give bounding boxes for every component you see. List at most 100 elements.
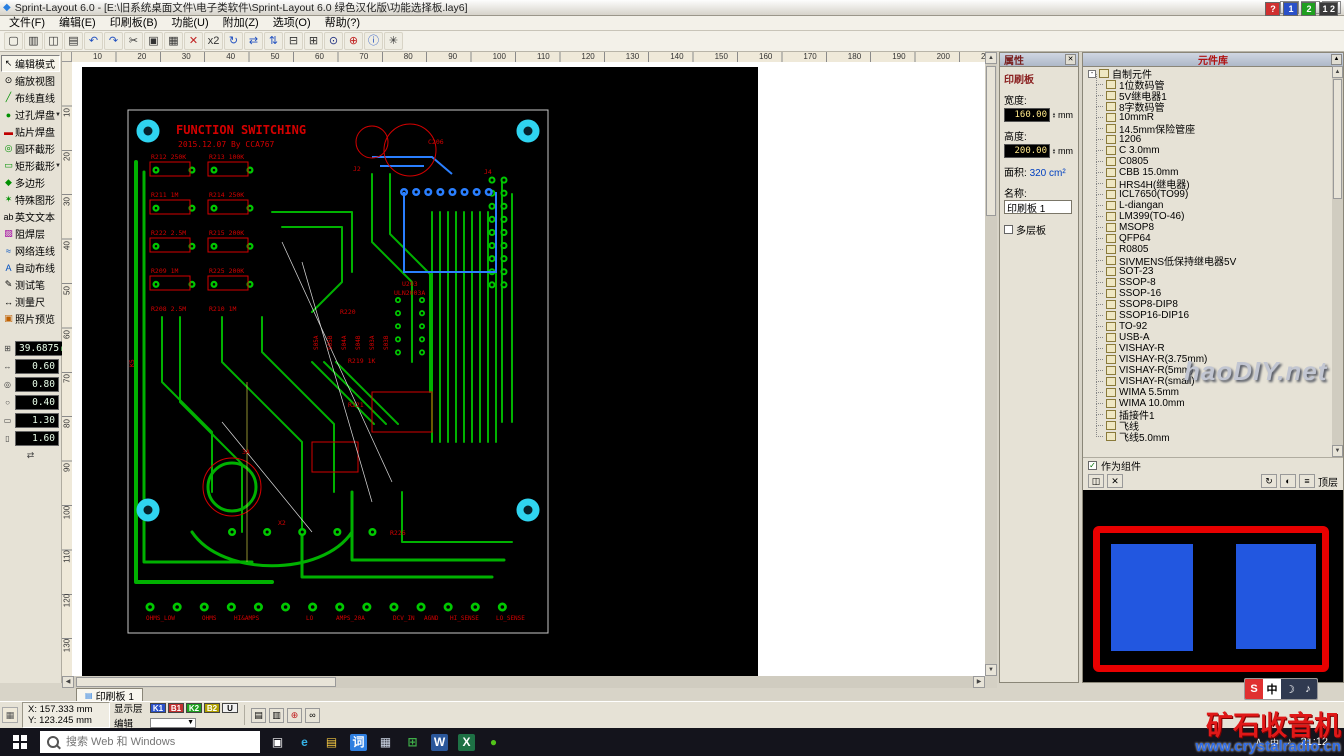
pad-outer-value[interactable]: ◎ 0.80 (2, 377, 59, 392)
tool-zoom-view[interactable]: ⊙ 缩放视图 (1, 72, 60, 89)
link-icon[interactable]: ∞ (305, 708, 320, 723)
edit-layer-select[interactable]: ▼ (150, 718, 196, 728)
board-flip-icon[interactable]: ▥ (269, 708, 284, 723)
tool-connections[interactable]: ≈ 网络连线 (1, 242, 60, 259)
delete-button[interactable]: ✕ (184, 32, 203, 50)
menu-item[interactable]: 功能(U) (164, 16, 215, 31)
tray-volume-icon[interactable]: ♪ (1287, 736, 1292, 749)
open-button[interactable]: ▥ (24, 32, 43, 50)
menu-item[interactable]: 文件(F) (2, 16, 52, 31)
menu-item[interactable]: 选项(O) (266, 16, 318, 31)
settings-button[interactable]: ✳ (384, 32, 403, 50)
scroll-right-icon[interactable]: ▶ (973, 676, 985, 688)
layer-both-button[interactable]: 1 2 (1319, 2, 1338, 16)
info-button[interactable]: ⓘ (364, 32, 383, 50)
mirror-icon[interactable]: ◐ (1280, 474, 1296, 488)
horizontal-scrollbar[interactable]: ◀ ▶ (62, 676, 985, 688)
scroll-down-icon[interactable]: ▼ (985, 664, 997, 676)
edge-icon[interactable]: e (291, 728, 318, 756)
library-scrollbar[interactable]: ▲ ▼ (1332, 66, 1343, 457)
layer-toggle[interactable]: B1 (168, 703, 184, 713)
paste-button[interactable]: ▦ (164, 32, 183, 50)
tool-edit-mode[interactable]: ↖ 编辑模式 (1, 55, 60, 72)
rotate-icon[interactable]: ↻ (1261, 474, 1277, 488)
pad-drill-value[interactable]: ○ 0.40 (2, 395, 59, 410)
library-item[interactable]: WIMA 5.5mm (1088, 387, 1332, 398)
redo-button[interactable]: ↷ (104, 32, 123, 50)
scroll-left-icon[interactable]: ◀ (62, 676, 74, 688)
tool-autoroute[interactable]: A 自动布线 (1, 259, 60, 276)
duplicate-x2-button[interactable]: x2 (204, 32, 223, 50)
search-input[interactable] (64, 735, 253, 749)
library-item[interactable]: 飞线5.0mm (1088, 431, 1332, 442)
library-item[interactable]: VISHAY-R(small) (1088, 376, 1332, 387)
library-item[interactable]: MSOP8 (1088, 222, 1332, 233)
scroll-up-icon[interactable]: ▲ (1332, 66, 1343, 78)
calculator-icon[interactable]: ▦ (372, 728, 399, 756)
smd-width-value[interactable]: ▭ 1.30 (2, 413, 59, 428)
tool-via-pad[interactable]: ● 过孔焊盘 ▼ (1, 106, 60, 123)
library-item[interactable]: C0805 (1088, 156, 1332, 167)
ime-sound-icon[interactable]: ♪ (1299, 679, 1317, 699)
word-icon[interactable]: W (426, 728, 453, 756)
library-item[interactable]: SIVMENS低保持继电器5V (1088, 255, 1332, 266)
copy-button[interactable]: ▣ (144, 32, 163, 50)
snap-button[interactable]: ⊕ (344, 32, 363, 50)
layer-2-button[interactable]: 2 (1301, 2, 1316, 16)
tool-rect[interactable]: ▭ 矩形截形 ▼ (1, 157, 60, 174)
library-item[interactable]: SSOP8-DIP8 (1088, 299, 1332, 310)
library-item[interactable]: 8字数码管 (1088, 101, 1332, 112)
menu-item[interactable]: 帮助(?) (318, 16, 367, 31)
sogou-icon[interactable]: S (1245, 679, 1263, 699)
grid-toggle-icon[interactable]: ▦ (2, 707, 18, 723)
grid-value[interactable]: ⊞ 39.6875mil (2, 341, 59, 356)
tool-special-shape[interactable]: ✶ 特殊图形 (1, 191, 60, 208)
layer-stack-icon[interactable]: ≡ (1299, 474, 1315, 488)
multilayer-checkbox[interactable] (1004, 225, 1013, 234)
menu-item[interactable]: 编辑(E) (52, 16, 103, 31)
dictionary-icon[interactable]: 词 (345, 728, 372, 756)
new-button[interactable]: ▢ (4, 32, 23, 50)
scroll-up-icon[interactable]: ▲ (985, 52, 997, 64)
cut-button[interactable]: ✂ (124, 32, 143, 50)
smd-height-value[interactable]: ▯ 1.60 (2, 431, 59, 446)
tool-measure[interactable]: ↔ 测量尺 (1, 293, 60, 310)
collapse-minus-icon[interactable]: - (1088, 70, 1096, 78)
library-item[interactable]: VISHAY-R (1088, 343, 1332, 354)
tool-smd-pad[interactable]: ▬ 贴片焊盘 (1, 123, 60, 140)
tool-polygon[interactable]: ◆ 多边形 (1, 174, 60, 191)
close-icon[interactable]: ✕ (1065, 54, 1076, 65)
library-item[interactable]: L-diangan (1088, 200, 1332, 211)
track-width-value[interactable]: ↔ 0.60 (2, 359, 59, 374)
save-button[interactable]: ◫ (44, 32, 63, 50)
tool-test-pen[interactable]: ✎ 测试笔 (1, 276, 60, 293)
height-value[interactable]: 200.00 (1004, 144, 1050, 158)
library-item[interactable]: VISHAY-R(3.75mm) (1088, 354, 1332, 365)
origin-icon[interactable]: ⊕ (287, 708, 302, 723)
spreadsheet-icon[interactable]: ⊞ (399, 728, 426, 756)
library-item[interactable]: SSOP-8 (1088, 277, 1332, 288)
help-button[interactable]: ? (1265, 2, 1280, 16)
library-item[interactable]: 14.5mm保险管座 (1088, 123, 1332, 134)
library-item[interactable]: HRS4H(继电器) (1088, 178, 1332, 189)
vertical-scrollbar[interactable]: ▲ ▼ (985, 52, 997, 676)
task-view-button[interactable]: ▣ (264, 728, 291, 756)
scroll-thumb[interactable] (76, 677, 336, 687)
library-item[interactable]: ICL7650(TO99) (1088, 189, 1332, 200)
library-item[interactable]: LM399(TO-46) (1088, 211, 1332, 222)
taskbar-clock[interactable]: 21:12 (1300, 736, 1328, 748)
layer-toggle[interactable]: K2 (186, 703, 202, 713)
library-item[interactable]: SOT-23 (1088, 266, 1332, 277)
layer-toggle[interactable]: K1 (150, 703, 166, 713)
ime-cn-icon[interactable]: 中 (1263, 679, 1281, 699)
library-item[interactable]: 1206 (1088, 134, 1332, 145)
grid-button[interactable]: ⊞ (304, 32, 323, 50)
library-item[interactable]: SSOP16-DIP16 (1088, 310, 1332, 321)
tray-expand-icon[interactable]: ∧ (1255, 736, 1262, 749)
tool-text[interactable]: ab 英文文本 (1, 208, 60, 225)
stepper-icon[interactable]: ▲▼ (1052, 112, 1056, 119)
library-item[interactable]: QFP64 (1088, 233, 1332, 244)
board-name-input[interactable] (1004, 200, 1072, 214)
chevron-down-icon[interactable]: ▼ (55, 112, 62, 118)
excel-icon[interactable]: X (453, 728, 480, 756)
